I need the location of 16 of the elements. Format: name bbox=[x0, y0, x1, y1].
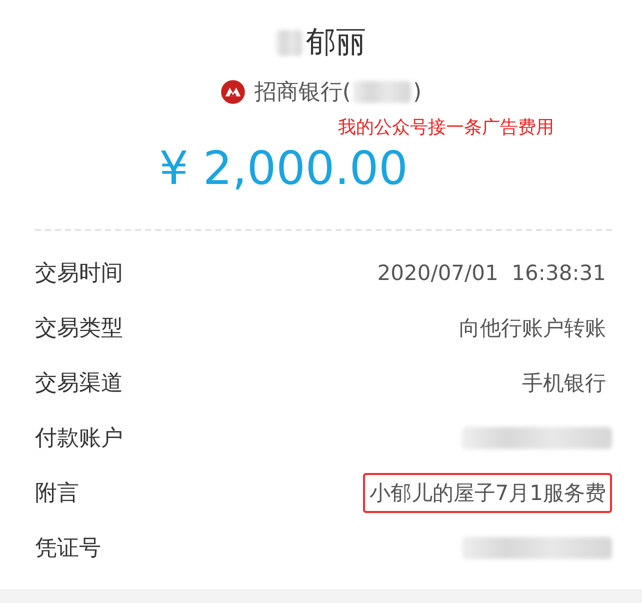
detail-label: 交易时间 bbox=[35, 260, 123, 288]
detail-value: 手机银行 bbox=[521, 370, 607, 396]
detail-value: 小郁儿的屋子7月1服务费 bbox=[363, 472, 612, 512]
amount: ¥ 2,000.00 bbox=[159, 141, 408, 195]
detail-value: 向他行账户转账 bbox=[458, 314, 607, 342]
bank-logo-icon bbox=[220, 79, 246, 105]
detail-label: 凭证号 bbox=[35, 534, 101, 562]
detail-label: 交易渠道 bbox=[35, 370, 123, 398]
annotation-text: 我的公众号接一条广告费用 bbox=[338, 116, 554, 139]
detail-label: 交易类型 bbox=[35, 314, 123, 342]
detail-value: 2020/07/01 16:38:31 bbox=[376, 260, 607, 286]
bank-paren: ) bbox=[413, 80, 422, 104]
detail-label: 附言 bbox=[35, 480, 79, 508]
payee-name: 郁丽 bbox=[306, 24, 366, 62]
bank-name: 招商银行( bbox=[254, 79, 351, 107]
detail-label: 付款账户 bbox=[35, 424, 123, 452]
